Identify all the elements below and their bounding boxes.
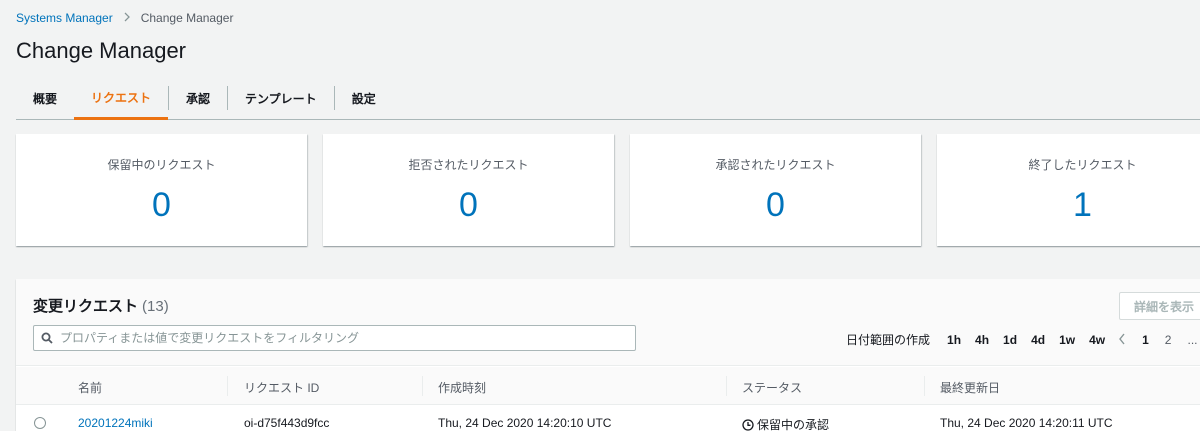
row-select-radio[interactable] <box>34 417 46 429</box>
column-divider <box>227 376 228 396</box>
page-1[interactable]: 1 <box>1142 333 1149 347</box>
page-2[interactable]: 2 <box>1165 333 1172 347</box>
filter-box <box>33 325 636 351</box>
column-header-last-updated[interactable]: 最終更新日 <box>940 379 1000 396</box>
status-cell: 保留中の承認 <box>742 416 829 431</box>
summary-card-title: 保留中のリクエスト <box>107 158 216 172</box>
date-range-filter: 日付範囲の作成 1h 4h 1d 4d 1w 4w 1 2 ... <box>846 331 1200 348</box>
range-option-4h[interactable]: 4h <box>975 333 989 347</box>
range-option-1w[interactable]: 1w <box>1059 333 1075 347</box>
tab-bar: 概要 リクエスト 承認 テンプレート 設定 <box>16 78 1200 120</box>
column-header-name[interactable]: 名前 <box>78 379 102 396</box>
summary-card-title: 拒否されたリクエスト <box>408 158 529 172</box>
last-updated-cell: Thu, 24 Dec 2020 14:20:11 UTC <box>940 416 1113 430</box>
summary-card-value[interactable]: 0 <box>16 186 307 225</box>
summary-card-value[interactable]: 0 <box>323 186 614 225</box>
search-icon <box>34 326 60 350</box>
column-divider <box>422 376 423 396</box>
summary-card-title: 終了したリクエスト <box>1028 158 1137 172</box>
breadcrumb-systems-manager-link[interactable]: Systems Manager <box>16 11 113 25</box>
tab-settings[interactable]: 設定 <box>335 78 393 118</box>
column-header-created[interactable]: 作成時刻 <box>438 379 486 396</box>
tab-templates[interactable]: テンプレート <box>228 78 334 118</box>
summary-card-value[interactable]: 0 <box>630 186 921 225</box>
tab-approvals[interactable]: 承認 <box>169 78 227 118</box>
view-details-button[interactable]: 詳細を表示 <box>1119 292 1200 320</box>
clock-icon <box>742 418 754 431</box>
created-time-cell: Thu, 24 Dec 2020 14:20:10 UTC <box>438 416 612 430</box>
summary-card-approved: 承認されたリクエスト 0 <box>630 134 921 246</box>
pagination: 1 2 ... <box>1118 332 1200 348</box>
tab-overview[interactable]: 概要 <box>16 78 74 118</box>
range-option-4d[interactable]: 4d <box>1031 333 1045 347</box>
range-option-4w[interactable]: 4w <box>1089 333 1105 347</box>
summary-card-rejected: 拒否されたリクエスト 0 <box>323 134 614 246</box>
breadcrumb: Systems Manager Change Manager <box>16 11 233 25</box>
change-requests-table: 変更リクエスト(13) 詳細を表示 日付範囲の作成 1h 4h 1d 4d 1w… <box>16 279 1200 431</box>
request-id-cell: oi-d75f443d9fcc <box>244 416 330 430</box>
tab-requests[interactable]: リクエスト <box>74 78 169 120</box>
range-option-1d[interactable]: 1d <box>1003 333 1017 347</box>
summary-card-value[interactable]: 1 <box>937 186 1200 225</box>
table-title-text: 変更リクエスト <box>33 298 139 315</box>
filter-input[interactable] <box>60 327 635 349</box>
page-title: Change Manager <box>16 38 187 63</box>
request-name-link[interactable]: 20201224miki <box>78 416 153 430</box>
status-text: 保留中の承認 <box>757 418 830 431</box>
summary-card-title: 承認されたリクエスト <box>715 158 836 172</box>
page-ellipsis: ... <box>1187 332 1198 347</box>
table-column-headers: 名前 リクエスト ID 作成時刻 ステータス 最終更新日 <box>16 367 1200 405</box>
column-header-status[interactable]: ステータス <box>742 379 802 396</box>
breadcrumb-current: Change Manager <box>140 11 234 25</box>
column-divider <box>726 376 727 396</box>
date-range-label: 日付範囲の作成 <box>846 333 931 347</box>
table-row: 20201224miki oi-d75f443d9fcc Thu, 24 Dec… <box>16 406 1200 431</box>
column-divider <box>924 376 925 396</box>
column-header-request-id[interactable]: リクエスト ID <box>244 379 319 396</box>
table-header-area: 変更リクエスト(13) 詳細を表示 日付範囲の作成 1h 4h 1d 4d 1w… <box>16 279 1200 366</box>
summary-card-closed: 終了したリクエスト 1 <box>937 134 1200 246</box>
table-count: (13) <box>142 298 169 315</box>
summary-cards: 保留中のリクエスト 0 拒否されたリクエスト 0 承認されたリクエスト 0 終了… <box>16 134 1200 246</box>
chevron-right-icon <box>123 11 131 25</box>
summary-card-pending: 保留中のリクエスト 0 <box>16 134 307 246</box>
chevron-left-icon[interactable] <box>1118 332 1126 348</box>
range-option-1h[interactable]: 1h <box>947 333 961 347</box>
table-title: 変更リクエスト (13) <box>33 295 169 316</box>
